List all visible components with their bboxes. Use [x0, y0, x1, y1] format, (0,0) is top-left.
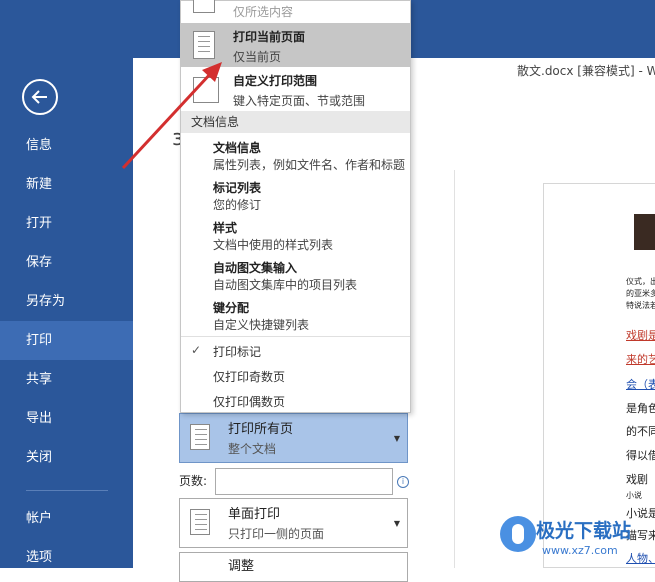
annotation-arrow: [121, 70, 214, 170]
watermark-logo-icon: [500, 516, 536, 552]
annotation-arrow-overlay: [121, 62, 222, 170]
watermark: 极光下载站 www.xz7.com: [496, 512, 655, 568]
watermark-url: www.xz7.com: [542, 544, 618, 557]
watermark-title: 极光下载站: [536, 520, 632, 542]
